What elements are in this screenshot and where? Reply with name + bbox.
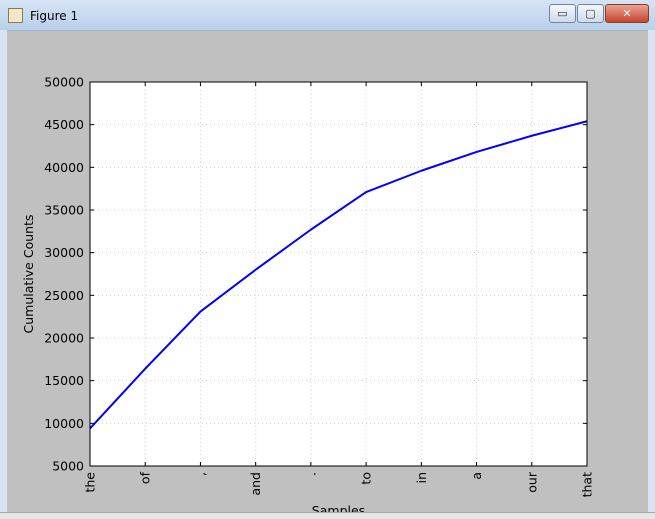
x-tick-label: in xyxy=(414,472,429,483)
y-axis-title: Cumulative Counts xyxy=(21,215,36,334)
x-tick-label: and xyxy=(248,472,263,496)
y-tick-label: 35000 xyxy=(44,203,84,218)
y-tick-label: 30000 xyxy=(44,245,84,260)
plot-area xyxy=(90,82,587,466)
y-tick-label: 15000 xyxy=(44,373,84,388)
x-tick-label: of xyxy=(138,471,153,484)
x-tick-label: to xyxy=(359,472,374,485)
y-tick-label: 25000 xyxy=(44,288,84,303)
y-tick-label: 40000 xyxy=(44,160,84,175)
x-tick-label: , xyxy=(193,472,208,476)
x-tick-label: a xyxy=(469,472,484,480)
y-tick-label: 5000 xyxy=(52,459,84,474)
y-tick-label: 50000 xyxy=(44,75,84,90)
x-tick-label: our xyxy=(524,471,539,493)
y-tick-label: 20000 xyxy=(44,331,84,346)
y-tick-label: 45000 xyxy=(44,117,84,132)
x-tick-label: that xyxy=(580,472,595,497)
x-tick-label: the xyxy=(83,472,98,493)
x-tick-label: . xyxy=(303,472,318,476)
chart-canvas: 5000 10000 15000 20000 25000 30000 35000 40000 4… xyxy=(21,75,595,519)
y-tick-label: 10000 xyxy=(44,416,84,431)
